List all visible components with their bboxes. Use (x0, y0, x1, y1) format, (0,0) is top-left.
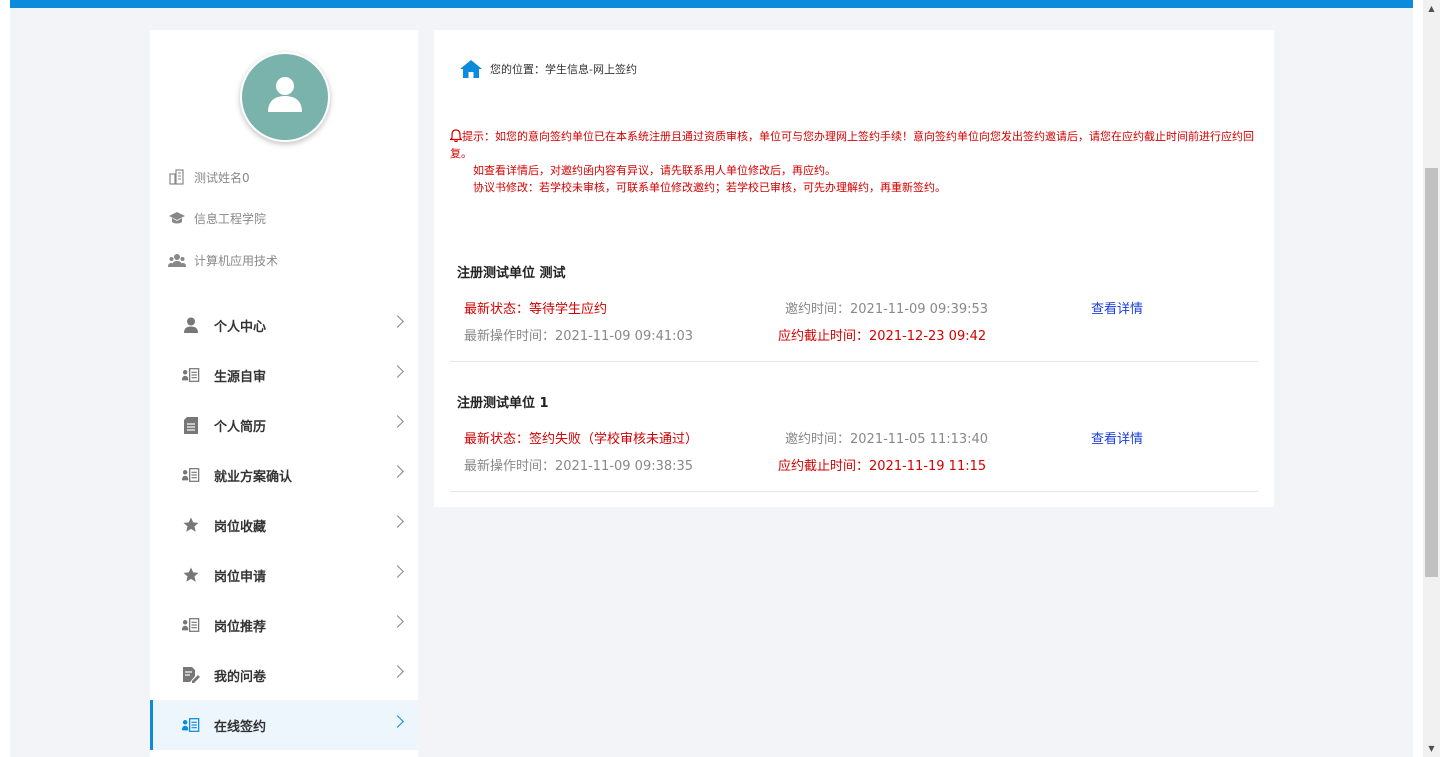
response-deadline: 应约截止时间：2021-12-23 09:42 (778, 329, 987, 344)
invite-time: 邀约时间：2021-11-05 11:13:40 (785, 432, 989, 447)
sidebar-item-label: 在线签约 (214, 719, 267, 735)
questionnaire-icon (182, 666, 200, 684)
building-icon (168, 169, 186, 185)
sidebar-item-label: 个人中心 (214, 319, 267, 335)
notice-line-3: 协议书修改：若学校未审核，可联系单位修改邀约；若学校已审核，可先办理解约，再重新… (473, 181, 946, 194)
chevron-right-icon (391, 465, 404, 478)
breadcrumb-text: 您的位置：学生信息-网上签约 (490, 63, 637, 76)
id-list-icon (182, 466, 200, 484)
sidebar-item-label: 岗位推荐 (214, 619, 267, 635)
sidebar-item-job-applications[interactable]: 岗位申请 (150, 550, 418, 600)
sidebar-item-my-questionnaire[interactable]: 我的问卷 (150, 650, 418, 700)
document-icon (182, 416, 200, 434)
bell-icon (449, 129, 463, 143)
sidebar-item-online-signing[interactable]: 在线签约 (150, 700, 418, 750)
scroll-down-arrow-icon[interactable]: ▼ (1423, 740, 1440, 757)
chevron-right-icon (391, 515, 404, 528)
notice-line-1: 提示：如您的意向签约单位已在本系统注册且通过资质审核，单位可与您办理网上签约手续… (450, 130, 1254, 160)
graduation-cap-icon (168, 210, 186, 226)
view-details-link[interactable]: 查看详情 (1091, 428, 1143, 447)
profile-major-row: 计算机应用技术 (168, 250, 278, 270)
chevron-right-icon (391, 365, 404, 378)
scroll-up-arrow-icon[interactable]: ▲ (1423, 0, 1440, 17)
chevron-right-icon (391, 315, 404, 328)
sidebar-item-label: 就业方案确认 (214, 469, 293, 485)
latest-status: 最新状态：等待学生应约 (464, 302, 608, 317)
chevron-right-icon (391, 715, 404, 728)
sidebar-item-job-recommendations[interactable]: 岗位推荐 (150, 600, 418, 650)
sidebar-item-job-favorites[interactable]: 岗位收藏 (150, 500, 418, 550)
sidebar-item-label: 我的问卷 (214, 669, 267, 685)
id-list-icon (182, 366, 200, 384)
notice-line-2: 如查看详情后，对邀约函内容有异议，请先联系用人单位修改后，再应约。 (473, 164, 836, 177)
sidebar-item-label: 个人简历 (214, 419, 267, 435)
profile-name: 测试姓名0 (194, 170, 250, 185)
latest-status: 最新状态：签约失败（学校审核未通过） (464, 432, 699, 447)
user-icon (268, 77, 302, 112)
notice-box: 提示：如您的意向签约单位已在本系统注册且通过资质审核，单位可与您办理网上签约手续… (449, 128, 1260, 196)
sidebar-item-personal-center[interactable]: 个人中心 (150, 300, 418, 350)
chevron-right-icon (391, 415, 404, 428)
latest-operation-time: 最新操作时间：2021-11-09 09:38:35 (464, 459, 694, 474)
latest-operation-time: 最新操作时间：2021-11-09 09:41:03 (464, 329, 694, 344)
sidebar-menu: 个人中心 生源自审 个人简历 就业方案确认 岗位收藏 岗位申请 岗位推荐 我的问… (150, 300, 418, 750)
profile-college: 信息工程学院 (194, 211, 267, 226)
sidebar-item-label: 岗位申请 (214, 569, 267, 585)
chevron-right-icon (391, 615, 404, 628)
profile-name-row: 测试姓名0 (168, 167, 250, 187)
scrollbar-thumb[interactable] (1425, 168, 1438, 577)
home-icon[interactable] (460, 60, 482, 78)
invite-time: 邀约时间：2021-11-09 09:39:53 (785, 302, 989, 317)
profile-major: 计算机应用技术 (194, 253, 279, 268)
breadcrumb: 您的位置：学生信息-网上签约 (460, 60, 637, 78)
chevron-right-icon (391, 665, 404, 678)
profile-college-row: 信息工程学院 (168, 208, 266, 228)
star-icon (182, 516, 200, 534)
response-deadline: 应约截止时间：2021-11-19 11:15 (778, 459, 987, 474)
person-icon (182, 316, 200, 334)
top-accent-bar (10, 0, 1413, 8)
company-name: 注册测试单位 测试 (457, 266, 566, 281)
avatar[interactable] (240, 52, 330, 142)
id-list-icon (182, 616, 200, 634)
id-list-icon (182, 716, 200, 734)
group-icon (168, 252, 186, 268)
sidebar-item-label: 生源自审 (214, 369, 267, 385)
chevron-right-icon (391, 565, 404, 578)
main-content: 您的位置：学生信息-网上签约 提示：如您的意向签约单位已在本系统注册且通过资质审… (434, 30, 1274, 507)
sidebar: 测试姓名0 信息工程学院 计算机应用技术 个人中心 生源自审 个人简历 就业方案… (150, 30, 418, 757)
signing-record: 注册测试单位 1 最新状态：签约失败（学校审核未通过） 邀约时间：2021-11… (450, 392, 1258, 492)
signing-record: 注册测试单位 测试 最新状态：等待学生应约 邀约时间：2021-11-09 09… (450, 262, 1258, 362)
view-details-link[interactable]: 查看详情 (1091, 298, 1143, 317)
sidebar-item-resume[interactable]: 个人简历 (150, 400, 418, 450)
sidebar-item-label: 岗位收藏 (214, 519, 267, 535)
star-icon (182, 566, 200, 584)
sidebar-item-source-review[interactable]: 生源自审 (150, 350, 418, 400)
vertical-scrollbar[interactable]: ▲ ▼ (1423, 0, 1440, 757)
sidebar-item-employment-plan[interactable]: 就业方案确认 (150, 450, 418, 500)
company-name: 注册测试单位 1 (457, 396, 549, 411)
